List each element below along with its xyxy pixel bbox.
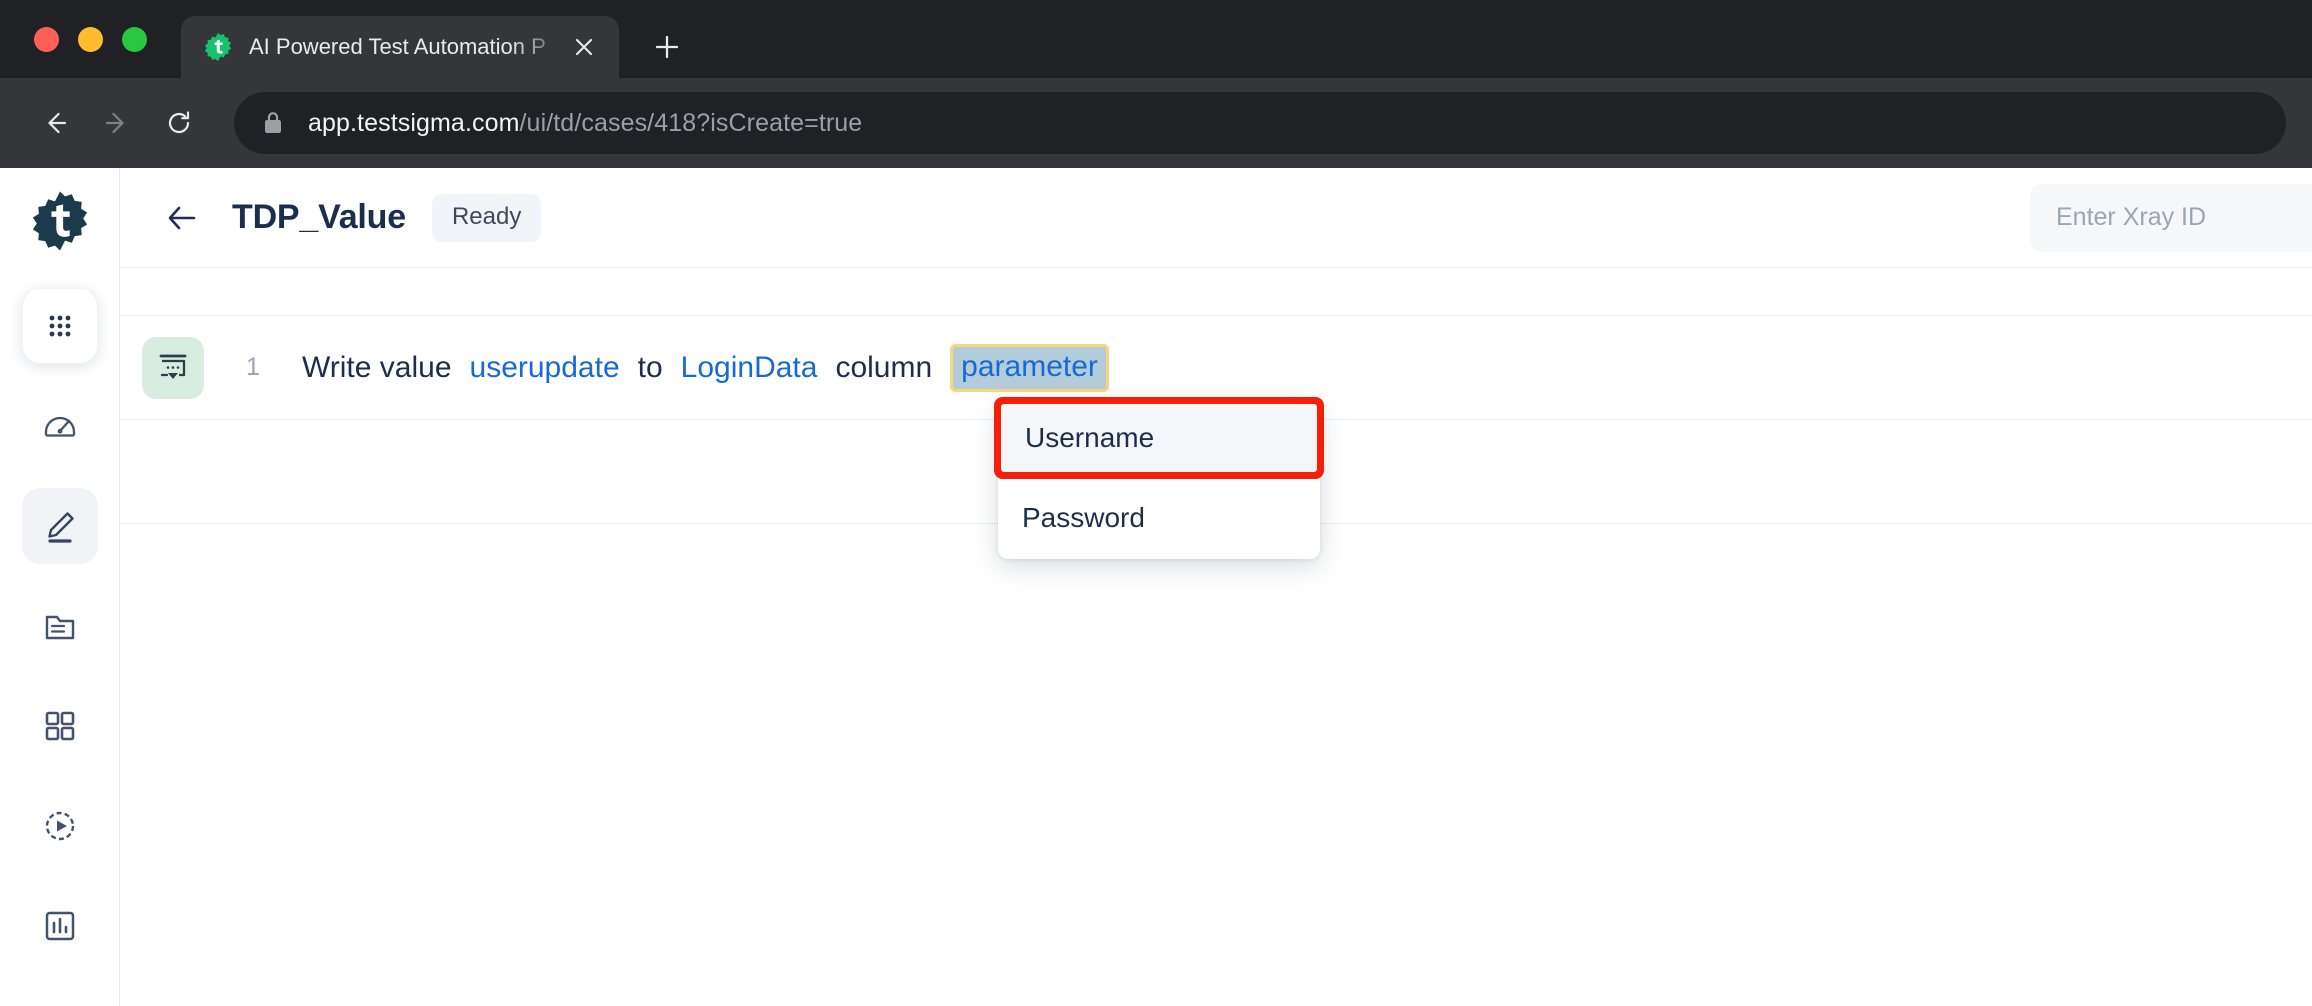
- dropdown-option-username[interactable]: Username: [1001, 404, 1317, 472]
- step-token-text: Write value: [302, 350, 452, 384]
- dropdown-option-label: Username: [1025, 422, 1155, 453]
- browser-tabstrip: AI Powered Test Automation P: [0, 0, 2312, 78]
- back-button[interactable]: [156, 192, 208, 244]
- status-badge: Ready: [431, 193, 542, 242]
- write-data-icon: [142, 336, 204, 399]
- grid-dots-icon: [44, 310, 76, 342]
- bar-chart-icon: [42, 908, 78, 944]
- page-header-actions: [2030, 168, 2312, 267]
- url-host: app.testsigma.com: [308, 109, 520, 137]
- sidebar-item-apps-grid[interactable]: [21, 288, 98, 364]
- browser-chrome: AI Powered Test Automation P app.testsig…: [0, 0, 2312, 168]
- xray-id-input[interactable]: [2030, 183, 2312, 252]
- play-circle-icon: [41, 807, 79, 845]
- window-maximize-button[interactable]: [122, 26, 147, 52]
- browser-tab-title: AI Powered Test Automation P: [249, 34, 546, 59]
- browser-tab[interactable]: AI Powered Test Automation P: [181, 16, 619, 78]
- main-content: TDP_Value Ready 1: [120, 168, 2312, 1006]
- window-minimize-button[interactable]: [78, 26, 103, 52]
- dropdown-option-password[interactable]: Password: [998, 481, 1320, 559]
- page-title: TDP_Value: [232, 198, 406, 236]
- step-token-text: to: [637, 350, 663, 384]
- sidebar-item-test-data[interactable]: [22, 588, 98, 664]
- sidebar: [0, 168, 120, 1006]
- pencil-icon: [41, 507, 79, 545]
- arrow-right-icon[interactable]: [86, 92, 148, 154]
- step-token-text: column: [835, 350, 933, 384]
- lock-icon: [262, 110, 284, 136]
- sidebar-item-run-results[interactable]: [22, 788, 98, 864]
- toolbar-strip: [120, 268, 2312, 316]
- step-number: 1: [246, 353, 260, 381]
- address-bar[interactable]: app.testsigma.com/ui/td/cases/418?isCrea…: [234, 92, 2286, 154]
- step-statement: Write value userupdate to LoginData colu…: [302, 343, 1109, 392]
- test-steps-list: 1 Write value userupdate to LoginData co…: [120, 316, 2312, 1006]
- url-path: /ui/td/cases/418?isCreate=true: [519, 109, 863, 137]
- sidebar-item-test-plans[interactable]: [22, 688, 98, 764]
- speedometer-icon: [40, 406, 80, 446]
- close-icon[interactable]: [567, 30, 601, 64]
- dropdown-option-label: Password: [1022, 502, 1145, 533]
- sidebar-item-test-development[interactable]: [21, 488, 98, 564]
- page-header: TDP_Value Ready: [120, 168, 2312, 268]
- sidebar-items: [21, 288, 98, 1006]
- step-token-data-profile[interactable]: LoginData: [672, 352, 827, 383]
- browser-toolbar: app.testsigma.com/ui/td/cases/418?isCrea…: [0, 78, 2312, 168]
- arrow-left-icon[interactable]: [24, 92, 86, 154]
- sidebar-item-settings[interactable]: [22, 988, 98, 1006]
- squares-icon: [42, 708, 78, 744]
- sidebar-item-reports[interactable]: [22, 888, 98, 964]
- step-token-parameter[interactable]: parameter: [950, 343, 1109, 392]
- plus-icon[interactable]: [641, 21, 693, 73]
- app-body: TDP_Value Ready 1: [0, 168, 2312, 1006]
- parameter-dropdown: Username Password: [998, 401, 1320, 559]
- testsigma-logo-icon: [203, 32, 233, 62]
- window-close-button[interactable]: [34, 26, 59, 52]
- sidebar-item-dashboard[interactable]: [22, 388, 98, 464]
- testsigma-logo-icon[interactable]: [27, 190, 93, 252]
- window-controls: [34, 0, 147, 78]
- reload-icon[interactable]: [148, 92, 210, 154]
- folder-icon: [41, 607, 79, 645]
- step-token-test-data[interactable]: userupdate: [461, 352, 629, 383]
